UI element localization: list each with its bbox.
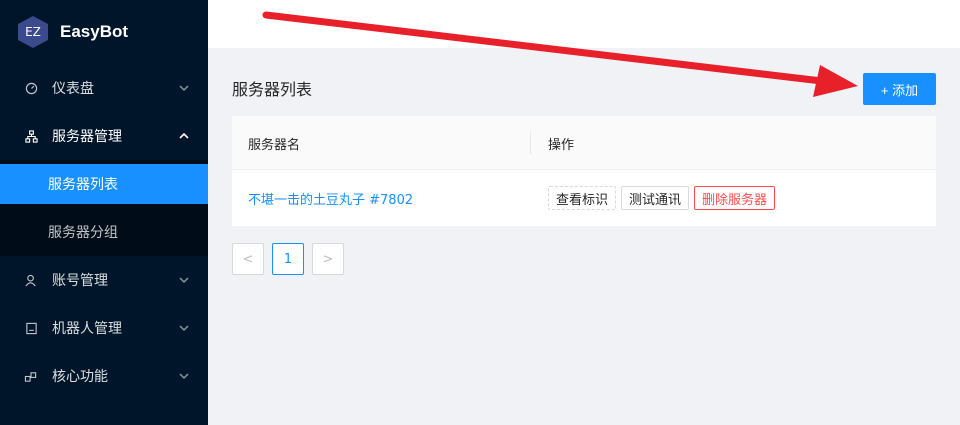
- sidebar-item-label: 服务器管理: [52, 129, 122, 145]
- cluster-icon: [24, 129, 38, 143]
- server-table: 服务器名 操作 不堪一击的土豆丸子 #7802 查看标识 测试通讯 删除服务器: [232, 116, 936, 226]
- robot-icon: [24, 321, 38, 335]
- app-name: EasyBot: [60, 22, 129, 41]
- function-icon: [24, 369, 38, 383]
- column-header-actions: 操作: [548, 137, 575, 153]
- delete-server-button[interactable]: 删除服务器: [694, 186, 776, 210]
- table-header: 服务器名 操作: [232, 116, 936, 170]
- add-server-button[interactable]: + 添加: [863, 73, 936, 105]
- chevron-down-icon: [179, 277, 189, 284]
- user-icon: [24, 273, 38, 287]
- sidebar-item-server-management[interactable]: 服务器管理: [0, 112, 208, 160]
- sidebar-item-label: 机器人管理: [52, 321, 122, 337]
- top-header: [208, 0, 960, 48]
- sidebar-item-dashboard[interactable]: 仪表盘: [0, 64, 208, 112]
- pagination-next-button[interactable]: >: [312, 243, 344, 275]
- logo[interactable]: EZ EasyBot: [0, 0, 208, 64]
- page-title: 服务器列表: [232, 80, 313, 99]
- chevron-down-icon: [179, 85, 189, 92]
- sidebar-item-accounts[interactable]: 账号管理: [0, 256, 208, 304]
- sidebar-item-server-list[interactable]: 服务器列表: [0, 164, 208, 204]
- column-divider: [530, 132, 531, 154]
- view-identifier-button[interactable]: 查看标识: [548, 186, 617, 210]
- sidebar-item-label: 账号管理: [52, 273, 108, 289]
- chevron-down-icon: [179, 373, 189, 380]
- row-actions: 查看标识 测试通讯 删除服务器: [548, 186, 776, 210]
- sidebar-item-server-groups[interactable]: 服务器分组: [0, 212, 208, 252]
- chevron-up-icon: [179, 132, 189, 139]
- dashboard-icon: [24, 81, 38, 95]
- sidebar: EZ EasyBot 仪表盘 服务器管理 服务器列表 服务器分组 账号管理 机器…: [0, 0, 208, 425]
- table-row: 不堪一击的土豆丸子 #7802 查看标识 测试通讯 删除服务器: [232, 170, 936, 226]
- pagination-prev-button[interactable]: <: [232, 243, 264, 275]
- column-header-server-name: 服务器名: [248, 137, 301, 153]
- sidebar-item-label: 核心功能: [52, 369, 108, 385]
- pagination-page-1[interactable]: 1: [272, 243, 304, 275]
- chevron-down-icon: [179, 325, 189, 332]
- server-name-link[interactable]: 不堪一击的土豆丸子 #7802: [248, 170, 413, 226]
- logo-mark: EZ: [18, 16, 48, 48]
- sidebar-item-core-functions[interactable]: 核心功能: [0, 352, 208, 400]
- sidebar-item-robots[interactable]: 机器人管理: [0, 304, 208, 352]
- test-connection-button[interactable]: 测试通讯: [621, 186, 690, 210]
- sidebar-item-label: 仪表盘: [52, 81, 94, 97]
